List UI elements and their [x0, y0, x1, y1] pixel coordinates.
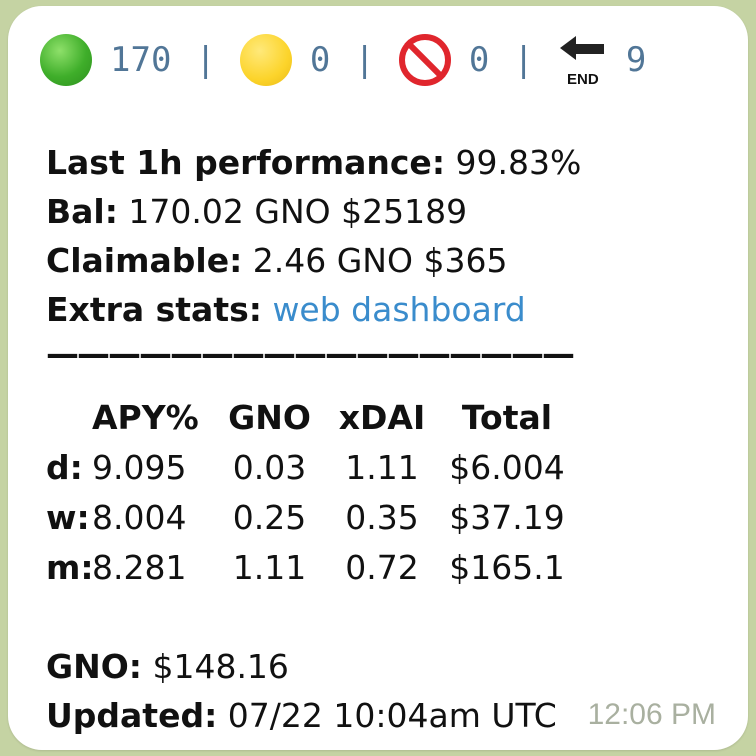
stats-table: APY% GNO xDAI Total d: 9.095 0.03 1.11 $… [46, 392, 736, 592]
gno-price-value: $148.16 [141, 647, 289, 686]
header-gno: GNO [228, 397, 311, 437]
claimable-line: Claimable: 2.46 GNO $365 [46, 236, 736, 285]
end-count: 9 [625, 40, 647, 80]
balance-line: Bal: 170.02 GNO $25189 [46, 187, 736, 236]
status-counters: 170 | 0 | 0 | END 9 [40, 28, 646, 92]
yellow-count: 0 [309, 40, 331, 80]
row-period: m: [46, 547, 94, 587]
end-icon-label: END [567, 71, 599, 88]
row-xdai: 0.72 [345, 547, 419, 587]
separator: | [354, 40, 375, 80]
row-period: w: [46, 497, 90, 537]
row-total: $165.1 [449, 547, 565, 587]
updated-value: 07/22 10:04am UTC [217, 696, 557, 735]
message-bubble[interactable]: 170 | 0 | 0 | END 9 Last 1h performance:… [8, 6, 748, 750]
header-apy: APY% [92, 397, 199, 437]
table-row: d: 9.095 0.03 1.11 $6.004 [46, 442, 736, 492]
row-gno: 0.25 [232, 497, 307, 537]
row-total: $37.19 [449, 497, 565, 537]
web-dashboard-link[interactable]: web dashboard [272, 290, 525, 329]
end-arrow-icon: END [558, 32, 608, 88]
row-period: d: [46, 447, 83, 487]
balance-value: 170.02 GNO $25189 [117, 192, 468, 231]
table-header: APY% GNO xDAI Total [46, 392, 736, 442]
blocked-count: 0 [468, 40, 490, 80]
header-xdai: xDAI [338, 397, 426, 437]
separator: | [195, 40, 216, 80]
performance-line: Last 1h performance: 99.83% [46, 138, 736, 187]
divider-line: ————————————————— [46, 334, 575, 373]
table-row: m: 8.281 1.11 0.72 $165.1 [46, 542, 736, 592]
performance-value: 99.83% [445, 143, 582, 182]
yellow-circle-icon [239, 34, 292, 86]
table-row: w: 8.004 0.25 0.35 $37.19 [46, 492, 736, 542]
separator: | [513, 40, 534, 80]
extra-stats-label: Extra stats: [46, 290, 262, 329]
message-timestamp: 12:06 PM [587, 698, 716, 731]
row-xdai: 0.35 [345, 497, 419, 537]
row-total: $6.004 [449, 447, 565, 487]
row-apy: 8.004 [92, 497, 187, 537]
updated-label: Updated: [46, 696, 218, 735]
row-apy: 8.281 [92, 547, 187, 587]
claimable-label: Claimable: [46, 241, 243, 280]
green-circle-icon [40, 34, 92, 86]
row-gno: 1.11 [232, 547, 307, 587]
gno-price-line: GNO: $148.16 [46, 642, 736, 691]
gno-price-label: GNO: [46, 647, 142, 686]
performance-label: Last 1h performance: [46, 143, 446, 182]
claimable-value: 2.46 GNO $365 [242, 241, 508, 280]
message-content: Last 1h performance: 99.83% Bal: 170.02 … [46, 138, 736, 740]
row-gno: 0.03 [232, 447, 307, 487]
row-apy: 9.095 [92, 447, 187, 487]
balance-label: Bal: [46, 192, 118, 231]
extra-stats-line: Extra stats: web dashboard [46, 285, 736, 334]
header-total: Total [461, 397, 553, 437]
green-count: 170 [110, 40, 172, 80]
no-entry-icon [398, 34, 451, 86]
row-xdai: 1.11 [345, 447, 419, 487]
